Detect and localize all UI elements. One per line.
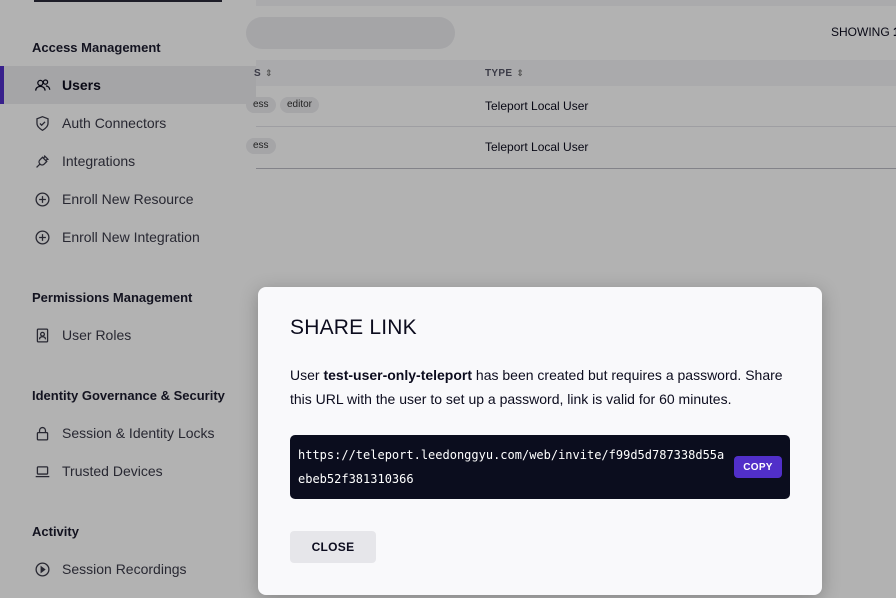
dialog-message: User test-user-only-teleport has been cr… — [290, 367, 783, 407]
username: test-user-only-teleport — [323, 367, 473, 383]
dialog-title: SHARE LINK — [290, 316, 417, 339]
invite-url[interactable]: https://teleport.leedonggyu.com/web/invi… — [298, 443, 730, 491]
close-button[interactable]: CLOSE — [290, 531, 376, 563]
share-link-dialog: SHARE LINK User test-user-only-teleport … — [258, 287, 822, 595]
invite-link-box: https://teleport.leedonggyu.com/web/invi… — [290, 435, 790, 499]
copy-button[interactable]: COPY — [734, 456, 782, 478]
